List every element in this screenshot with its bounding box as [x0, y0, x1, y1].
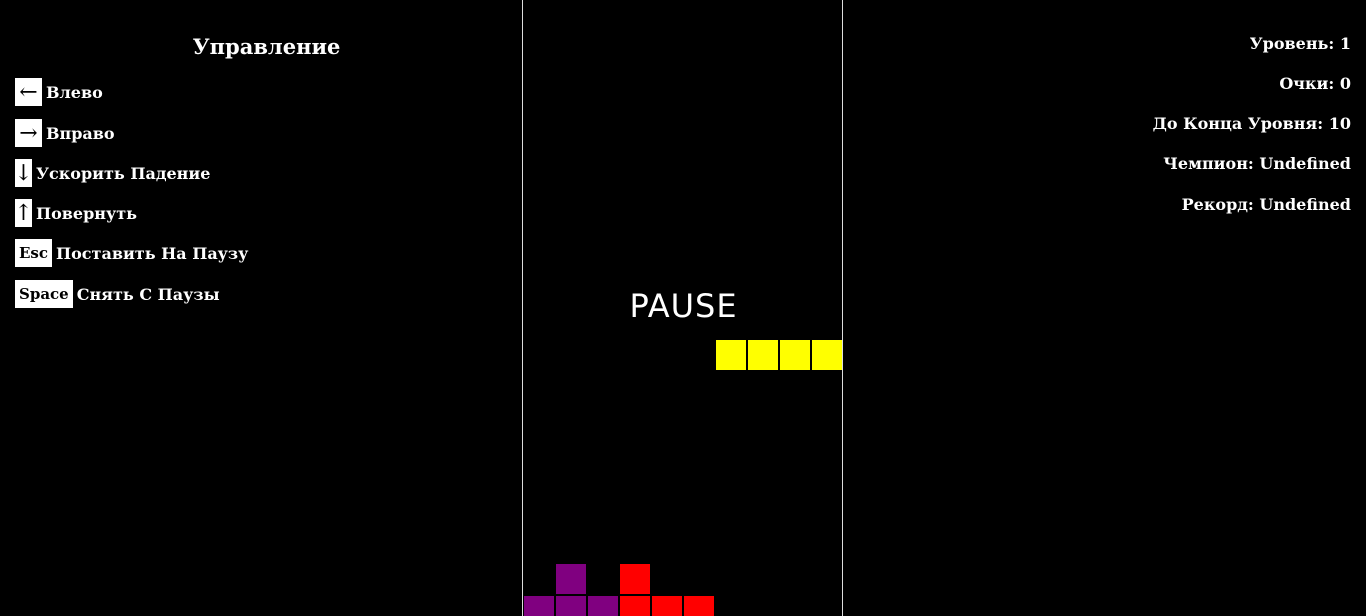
score-stat: Очки: 0	[1279, 74, 1351, 93]
control-unpause-label: Снять С Паузы	[76, 284, 220, 304]
board-cell	[619, 563, 651, 596]
control-rotate: ↑ Повернуть	[14, 199, 137, 227]
control-right-label: Вправо	[46, 123, 115, 143]
board-cell	[619, 595, 651, 616]
record-stat: Рекорд: Undefined	[1181, 195, 1351, 214]
stats-panel: Уровень: 1 Очки: 0 До Конца Уровня: 10 Ч…	[843, 0, 1366, 616]
champion-stat: Чемпион: Undefined	[1163, 154, 1351, 173]
esc-key: Esc	[15, 239, 53, 267]
control-unpause: Space Снять С Паузы	[15, 280, 220, 308]
board-cell	[683, 595, 715, 616]
down-arrow-key-icon: ↓	[14, 159, 33, 187]
control-left: ← Влево	[15, 78, 103, 106]
board-cell	[715, 339, 747, 372]
control-down-label: Ускорить Падение	[36, 163, 211, 183]
board-cell	[811, 339, 842, 372]
control-pause-label: Поставить На Паузу	[56, 243, 249, 263]
control-pause: Esc Поставить На Паузу	[15, 239, 248, 267]
right-arrow-key-icon: →	[15, 119, 42, 147]
up-arrow-key-icon: ↑	[14, 199, 33, 227]
pause-status: PAUSE	[629, 287, 738, 325]
board-cell	[523, 595, 555, 616]
left-arrow-key-icon: ←	[15, 78, 42, 106]
board-cell	[555, 563, 587, 596]
board-cell	[747, 339, 779, 372]
control-left-label: Влево	[46, 82, 103, 102]
game-board[interactable]: PAUSE	[522, 0, 843, 616]
space-key: Space	[15, 280, 73, 308]
control-right: → Вправо	[15, 119, 115, 147]
controls-title: Управление	[192, 34, 341, 59]
board-cell	[651, 595, 683, 616]
control-rotate-label: Повернуть	[36, 203, 137, 223]
board-cell	[779, 339, 811, 372]
board-cell	[555, 595, 587, 616]
lines-to-level-end-stat: До Конца Уровня: 10	[1152, 114, 1351, 133]
board-cell	[587, 595, 619, 616]
control-down: ↓ Ускорить Падение	[14, 159, 211, 187]
controls-panel: Управление ← Влево → Вправо ↓ Ускорить П…	[0, 0, 522, 616]
level-stat: Уровень: 1	[1249, 34, 1351, 53]
